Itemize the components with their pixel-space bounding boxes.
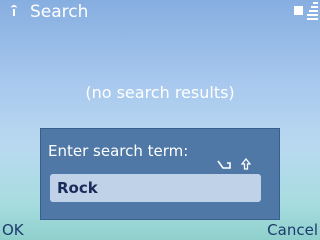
- softkey-bar: OK Cancel: [0, 218, 320, 240]
- search-prompt-label: Enter search term:: [48, 142, 189, 160]
- shift-icon: [241, 158, 251, 170]
- search-input[interactable]: Rock: [50, 174, 261, 202]
- battery-icon: [307, 2, 318, 20]
- signal-antenna-icon: [9, 4, 19, 16]
- predictive-text-icon: [217, 160, 231, 169]
- empty-results-message: (no search results): [85, 83, 235, 102]
- ok-softkey[interactable]: OK: [2, 220, 24, 240]
- cancel-softkey[interactable]: Cancel: [267, 220, 318, 240]
- active-app-indicator-icon: [294, 6, 303, 15]
- status-bar: Search: [0, 0, 320, 24]
- search-dialog: Enter search term: Rock: [40, 128, 280, 220]
- page-title: Search: [30, 2, 89, 22]
